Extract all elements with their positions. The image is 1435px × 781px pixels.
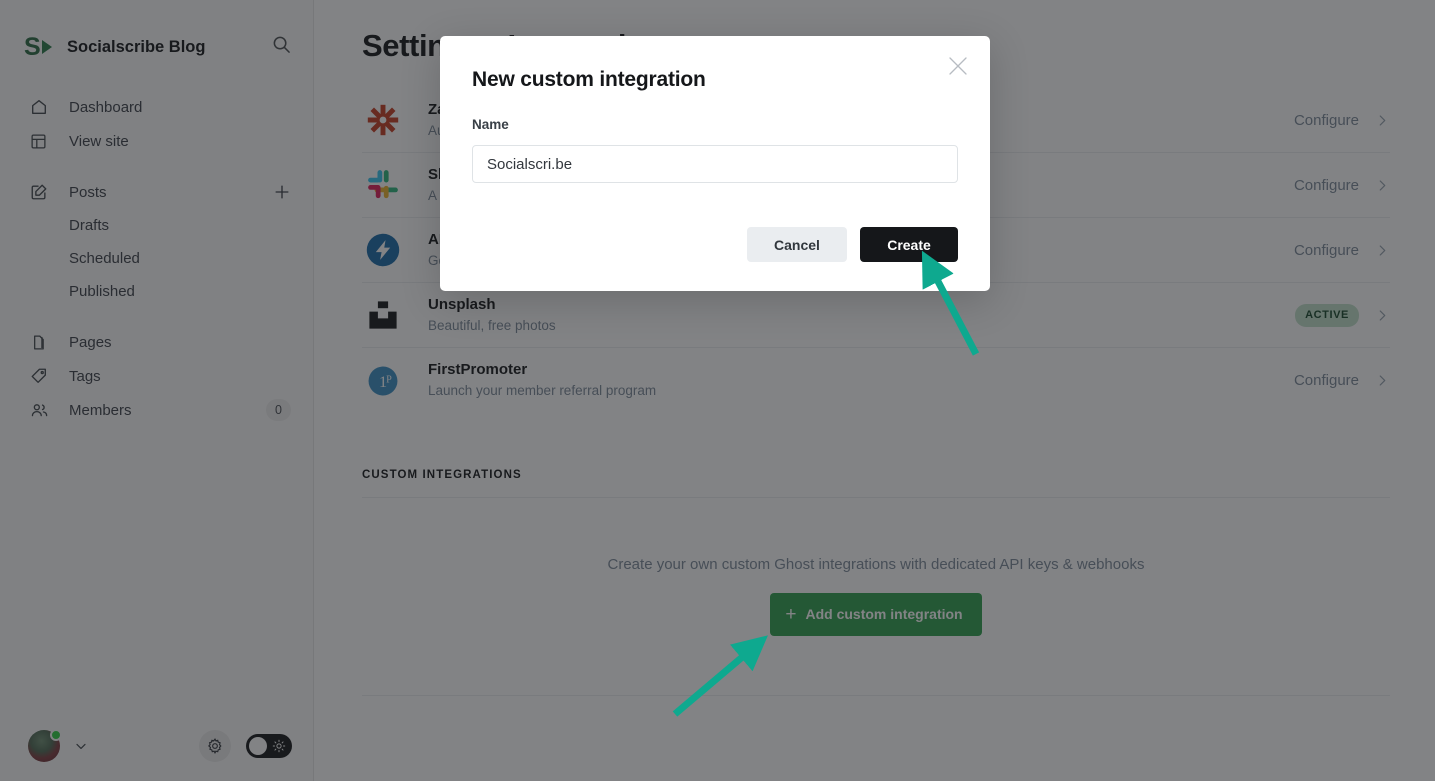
app-root: S Socialscribe Blog D [0, 0, 1435, 781]
create-button[interactable]: Create [860, 227, 958, 262]
modal-action-buttons: Cancel Create [747, 227, 958, 262]
modal-title: New custom integration [472, 68, 706, 91]
close-icon[interactable] [946, 54, 970, 78]
name-field-group: Name [440, 90, 990, 183]
new-custom-integration-modal: New custom integration Name Cancel Creat… [440, 36, 990, 291]
cancel-button[interactable]: Cancel [747, 227, 847, 262]
name-input[interactable] [472, 145, 958, 183]
name-field-label: Name [472, 117, 509, 132]
